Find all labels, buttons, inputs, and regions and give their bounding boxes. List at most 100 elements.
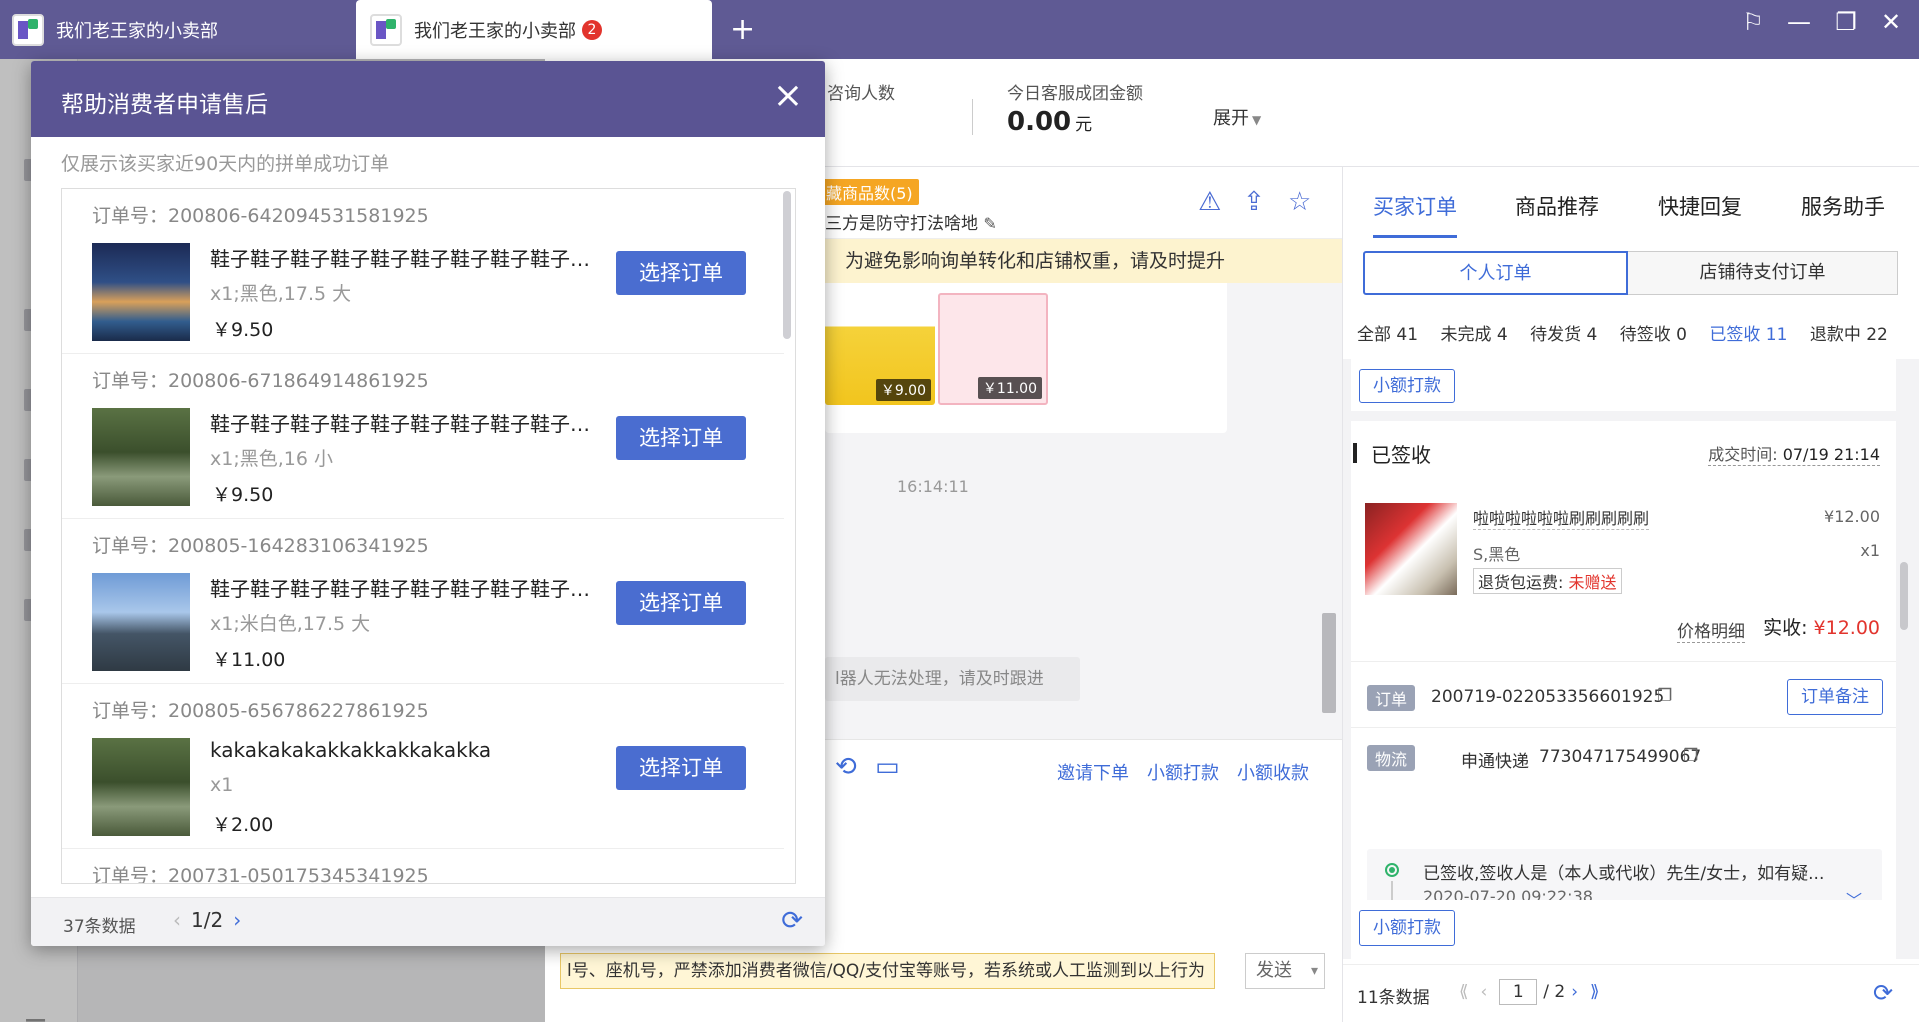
tab-recommend[interactable]: 商品推荐 (1515, 191, 1599, 221)
deal-amount-label: 今日客服成团金额 (1007, 84, 1143, 104)
small-collect-link[interactable]: 小额收款 (1237, 759, 1309, 785)
chat-scroll-thumb[interactable] (1322, 613, 1336, 713)
filter-all[interactable]: 全部 41 (1357, 325, 1418, 345)
choose-order-button[interactable]: 选择订单 (616, 746, 746, 790)
folder-icon[interactable]: ▭ (875, 752, 900, 782)
tab-service-helper[interactable]: 服务助手 (1801, 191, 1885, 221)
next-page-icon[interactable]: › (1571, 982, 1578, 1002)
store-logo-icon (370, 13, 402, 46)
return-shipping-label: 退货包运费: (1478, 573, 1564, 592)
minimize-icon[interactable]: — (1782, 8, 1816, 36)
tab-buyer-orders[interactable]: 买家订单 (1373, 191, 1457, 221)
order-filters: 全部 41 未完成 4 待发货 4 待签收 0 已签收 11 退款中 22 (1357, 320, 1905, 345)
right-panel: 买家订单 商品推荐 快捷回复 服务助手 个人订单 店铺待支付订单 全部 41 未… (1342, 167, 1919, 1022)
small-pay-button[interactable]: 小额打款 (1359, 369, 1455, 403)
close-icon[interactable]: ✕ (1874, 8, 1908, 36)
star-icon[interactable]: ☆ (1288, 187, 1311, 217)
order-row: 订单号：200805-164283106341925 鞋子鞋子鞋子鞋子鞋子鞋子鞋… (62, 519, 784, 684)
tab-store-2[interactable]: 我们老王家的小卖部 2 (356, 0, 712, 59)
warning-icon[interactable]: ⚠ (1198, 187, 1221, 217)
title-bar: 我们老王家的小卖部 我们老王家的小卖部 2 + ⚐ — ❐ ✕ (0, 0, 1919, 59)
tab-store-1[interactable]: 我们老王家的小卖部 (0, 0, 354, 59)
deal-time: 成交时间: 07/19 21:14 (1708, 441, 1880, 466)
order-spec: x1;米白色,17.5 大 (210, 613, 371, 635)
expand-button[interactable]: 展开 ▼ (1213, 104, 1261, 130)
product-price: ¥12.00 (1824, 507, 1880, 526)
filter-refunding[interactable]: 退款中 22 (1810, 325, 1888, 345)
order-spec: x1;黑色,16 小 (210, 448, 333, 470)
track-text: 已签收,签收人是（本人或代收）先生/女士，如有疑... (1423, 864, 1825, 884)
favorite-count-tag: 藏商品数(5) (820, 179, 919, 205)
order-number: 订单号：200806-671864914861925 (92, 370, 429, 392)
choose-order-button[interactable]: 选择订单 (616, 581, 746, 625)
first-page-icon[interactable]: ⟪ (1459, 982, 1468, 1002)
sticker-duck[interactable]: ￥9.00 (825, 293, 935, 405)
small-pay-link[interactable]: 小额打款 (1147, 759, 1219, 785)
order-price: ￥2.00 (212, 814, 274, 836)
order-note-button[interactable]: 订单备注 (1787, 679, 1883, 715)
personal-orders-toggle[interactable]: 个人订单 (1363, 251, 1628, 295)
tab-label: 我们老王家的小卖部 (414, 20, 576, 42)
sticker-message: ￥9.00 ￥11.00 (825, 283, 1227, 433)
small-pay-button[interactable]: 小额打款 (1359, 910, 1455, 946)
choose-order-button[interactable]: 选择订单 (616, 416, 746, 460)
filter-unfinished[interactable]: 未完成 4 (1440, 325, 1507, 345)
refresh-icon[interactable]: ⟳ (1873, 979, 1893, 1007)
refund-icon[interactable]: ⟲ (835, 752, 857, 782)
order-card-top: 小额打款 (1351, 359, 1896, 411)
track-status-dot (1385, 863, 1399, 877)
modal-header: 帮助消费者申请售后 × (31, 61, 825, 137)
right-footer: 11条数据 ⟪ ‹ 1 / 2 › ⟫ ⟳ (1343, 964, 1919, 1022)
pin-icon[interactable]: ⚐ (1736, 8, 1770, 36)
modal-pager: ‹ 1/2 › (173, 908, 241, 932)
caret-down-icon: ▼ (1252, 113, 1262, 127)
right-scrollbar[interactable] (1900, 562, 1908, 630)
order-label: 订单 (1367, 685, 1416, 711)
order-price: ￥11.00 (212, 649, 286, 671)
real-pay: 实收: ¥12.00 (1763, 613, 1880, 640)
maximize-icon[interactable]: ❐ (1829, 8, 1863, 36)
order-row: 订单号：200731-050175345341925 (62, 849, 784, 883)
filter-signed[interactable]: 已签收 11 (1709, 325, 1787, 345)
page-total: / 2 (1543, 982, 1566, 1002)
choose-order-button[interactable]: 选择订单 (616, 251, 746, 295)
real-pay-label: 实收: (1763, 617, 1808, 639)
sticker-girl[interactable]: ￥11.00 (938, 293, 1048, 405)
order-row: 订单号：200805-656786227861925 kakakakakakka… (62, 684, 784, 849)
filter-to-sign[interactable]: 待签收 0 (1620, 325, 1687, 345)
return-shipping-tag: 退货包运费: 未赠送 (1473, 568, 1622, 594)
copy-icon[interactable]: ❐ (1683, 746, 1698, 766)
order-list-scrollbar[interactable] (783, 191, 791, 339)
share-icon[interactable]: ⇪ (1243, 187, 1265, 217)
order-number: 订单号：200805-656786227861925 (92, 700, 429, 722)
filter-to-ship[interactable]: 待发货 4 (1530, 325, 1597, 345)
divider (1351, 727, 1896, 728)
order-card: 已签收 成交时间: 07/19 21:14 啦啦啦啦啦啦刷刷刷刷刷 ¥12.00… (1351, 421, 1896, 953)
prev-page-icon[interactable]: ‹ (173, 908, 181, 932)
add-tab-icon[interactable]: + (730, 12, 755, 47)
modal-footer: 37条数据 ‹ 1/2 › ⟳ (31, 897, 825, 946)
invite-order-link[interactable]: 邀请下单 (1057, 759, 1129, 785)
price-detail-link[interactable]: 价格明细 (1677, 617, 1745, 643)
order-price: ￥9.50 (212, 319, 274, 341)
product-image[interactable] (1365, 503, 1457, 595)
return-shipping-value: 未赠送 (1568, 573, 1617, 592)
product-qty: x1 (1860, 541, 1880, 560)
store-pending-orders-toggle[interactable]: 店铺待支付订单 (1628, 251, 1898, 295)
order-image (92, 738, 190, 836)
last-page-icon[interactable]: ⟫ (1590, 982, 1599, 1002)
section-marker (1353, 443, 1357, 463)
send-button[interactable]: 发送 (1245, 953, 1325, 989)
refresh-icon[interactable]: ⟳ (781, 906, 803, 936)
bot-message: l器人无法处理，请及时跟进 (825, 657, 1080, 701)
prev-page-icon[interactable]: ‹ (1480, 982, 1487, 1002)
close-icon[interactable]: × (773, 75, 803, 116)
deal-amount-number: 0.00 (1007, 107, 1072, 137)
page-input[interactable]: 1 (1499, 979, 1538, 1005)
order-number: 订单号：200806-642094531581925 (92, 205, 429, 227)
tab-quick-reply[interactable]: 快捷回复 (1658, 191, 1742, 221)
edit-icon[interactable]: ✎ (983, 214, 996, 233)
product-name[interactable]: 啦啦啦啦啦啦刷刷刷刷刷 (1473, 505, 1650, 530)
next-page-icon[interactable]: › (233, 908, 241, 932)
copy-icon[interactable]: ❐ (1657, 686, 1672, 706)
